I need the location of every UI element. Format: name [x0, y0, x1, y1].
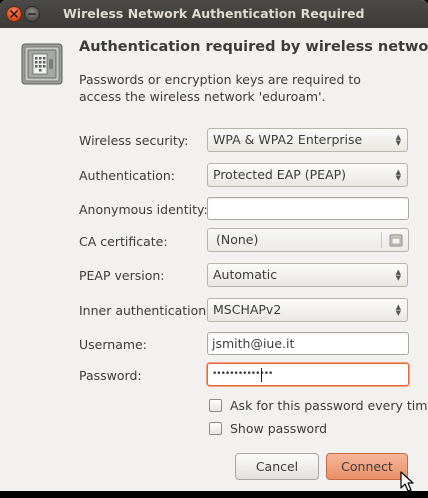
authentication-select[interactable]: Protected EAP (PEAP) ▲ ▼	[207, 163, 408, 187]
combo-arrows-icon: ▲ ▼	[395, 168, 401, 182]
close-icon	[10, 10, 18, 18]
ask-password-checkbox[interactable]	[209, 399, 222, 412]
ca-certificate-chooser[interactable]: (None)	[207, 228, 409, 252]
inner-authentication-select[interactable]: MSCHAPv2 ▲ ▼	[207, 298, 408, 322]
wireless-security-value: WPA & WPA2 Enterprise	[213, 132, 363, 147]
combo-arrows-icon: ▲ ▼	[395, 133, 401, 147]
minimize-icon	[28, 13, 36, 15]
wireless-security-select[interactable]: WPA & WPA2 Enterprise ▲ ▼	[207, 128, 408, 152]
peap-version-value: Automatic	[213, 267, 278, 282]
connect-button[interactable]: Connect	[326, 453, 408, 480]
ask-password-label[interactable]: Ask for this password every time	[230, 398, 428, 413]
anonymous-identity-label: Anonymous identity:	[79, 202, 208, 217]
combo-arrows-icon: ▲ ▼	[395, 303, 401, 317]
show-password-checkbox[interactable]	[209, 422, 222, 435]
ca-certificate-label: CA certificate:	[79, 234, 168, 249]
auth-dialog: Wireless Network Authentication Required…	[0, 0, 428, 491]
minimize-window-button[interactable]	[24, 6, 40, 22]
chooser-divider	[381, 232, 382, 248]
peap-version-label: PEAP version:	[79, 268, 165, 283]
peap-version-select[interactable]: Automatic ▲ ▼	[207, 263, 408, 287]
anonymous-identity-input[interactable]	[207, 197, 409, 220]
inner-authentication-value: MSCHAPv2	[213, 302, 282, 317]
mouse-pointer-icon	[400, 471, 414, 491]
cancel-button[interactable]: Cancel	[235, 453, 319, 480]
dialog-heading: Authentication required by wireless netw…	[79, 39, 428, 55]
authentication-label: Authentication:	[79, 168, 175, 183]
folder-icon	[389, 234, 403, 247]
window-title: Wireless Network Authentication Required	[63, 6, 365, 21]
dialog-description: Passwords or encryption keys are require…	[79, 72, 361, 104]
inner-authentication-label: Inner authentication:	[79, 303, 211, 318]
show-password-label[interactable]: Show password	[230, 421, 327, 436]
close-window-button[interactable]	[6, 6, 22, 22]
text-caret	[261, 368, 262, 382]
ca-certificate-value: (None)	[216, 232, 259, 247]
titlebar[interactable]: Wireless Network Authentication Required	[0, 0, 428, 28]
safe-lock-icon	[20, 42, 64, 86]
password-input[interactable]: ••••••••••••••	[207, 363, 409, 386]
authentication-value: Protected EAP (PEAP)	[213, 167, 347, 182]
username-input[interactable]: jsmith@iue.it	[207, 332, 409, 355]
wireless-security-label: Wireless security:	[79, 133, 189, 148]
password-label: Password:	[79, 368, 142, 383]
username-label: Username:	[79, 337, 147, 352]
combo-arrows-icon: ▲ ▼	[395, 268, 401, 282]
